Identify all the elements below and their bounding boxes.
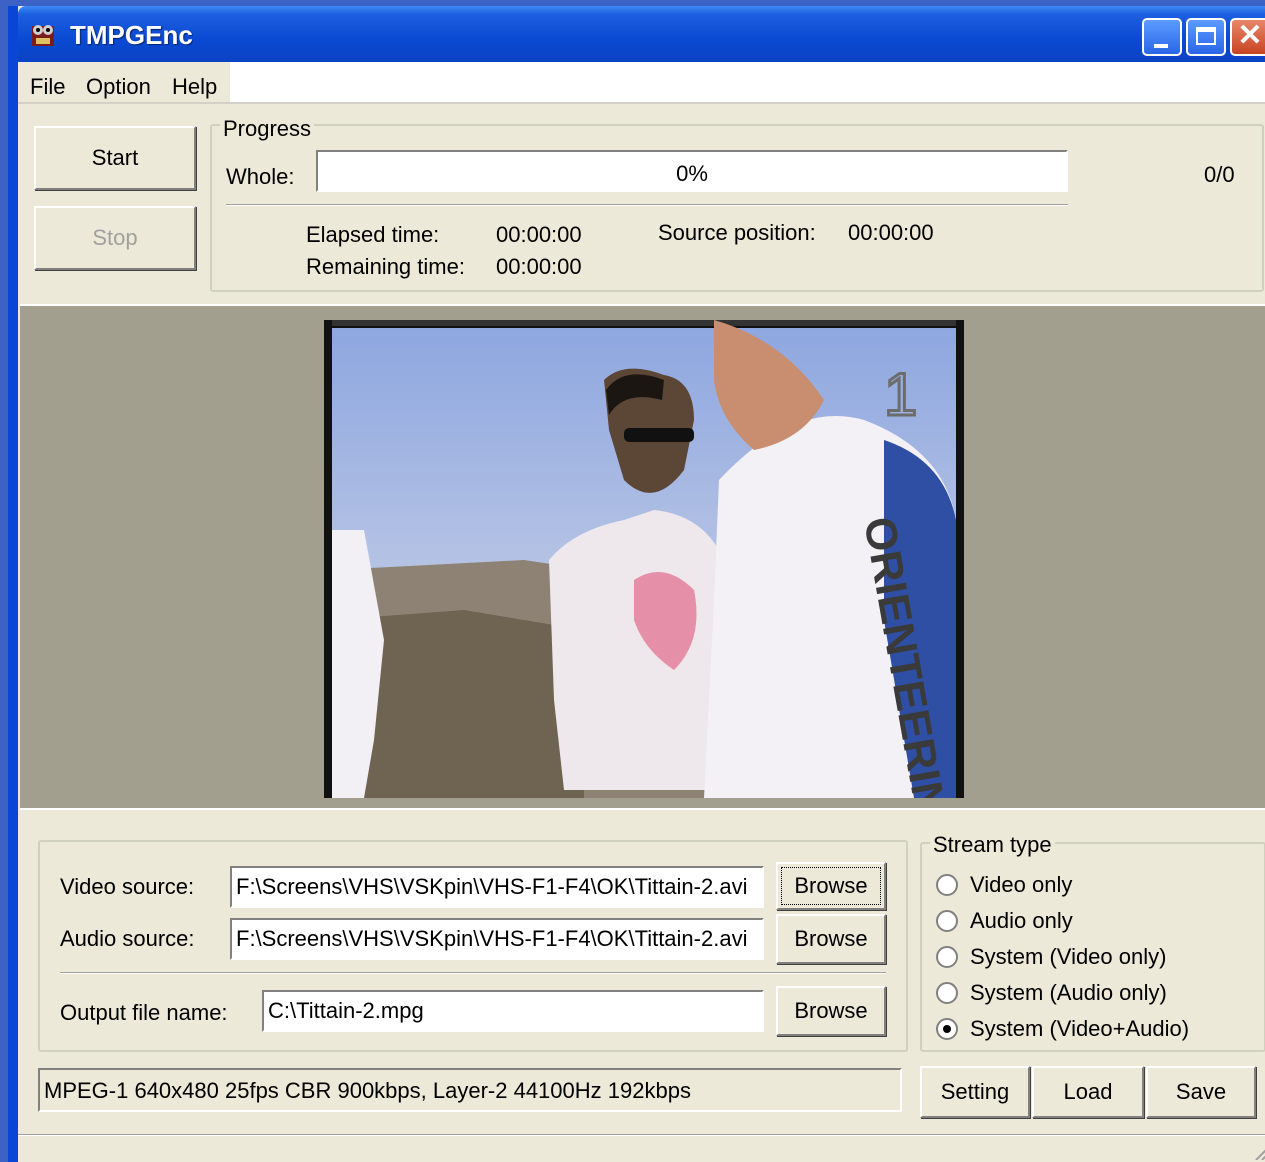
preview-area: 1 ORIENTEERING — [20, 304, 1265, 810]
elapsed-value: 00:00:00 — [496, 222, 582, 247]
whole-progress-bar: 0% — [316, 150, 1068, 192]
load-button[interactable]: Load — [1032, 1066, 1144, 1118]
stream-type-option-label[interactable]: System (Video only) — [970, 944, 1166, 970]
menu-help[interactable]: Help — [172, 74, 217, 100]
video-source-input[interactable]: F:\Screens\VHS\VSKpin\VHS-F1-F4\OK\Titta… — [230, 866, 764, 908]
output-browse-button[interactable]: Browse — [776, 986, 886, 1036]
close-icon: ✕ — [1237, 19, 1263, 52]
stream-type-radio[interactable] — [936, 946, 958, 968]
encoder-settings-summary: MPEG-1 640x480 25fps CBR 900kbps, Layer-… — [38, 1068, 902, 1112]
source-position-value: 00:00:00 — [848, 220, 934, 245]
app-window: TMPGEnc ✕ File Option Help Start Stop Pr… — [8, 6, 1265, 1162]
stream-type-option-label[interactable]: Audio only — [970, 908, 1073, 934]
progress-percent: 0% — [676, 161, 708, 186]
stream-type-radio[interactable] — [936, 1018, 958, 1040]
video-preview: 1 ORIENTEERING — [324, 320, 964, 798]
stream-type-radio[interactable] — [936, 874, 958, 896]
video-source-label: Video source: — [60, 874, 195, 899]
close-button[interactable]: ✕ — [1230, 18, 1265, 56]
minimize-icon — [1154, 44, 1168, 48]
audio-browse-button[interactable]: Browse — [776, 914, 886, 964]
source-divider — [60, 972, 886, 974]
whole-label: Whole: — [226, 164, 295, 189]
source-position-label: Source position: — [658, 220, 816, 245]
stream-type-radio[interactable] — [936, 910, 958, 932]
maximize-icon — [1196, 27, 1216, 45]
progress-group-label: Progress — [220, 116, 315, 142]
window-title: TMPGEnc — [70, 20, 193, 50]
audio-source-label: Audio source: — [60, 926, 195, 951]
stream-type-option-label[interactable]: System (Video+Audio) — [970, 1016, 1189, 1042]
stream-type-label: Stream type — [930, 832, 1055, 858]
save-button[interactable]: Save — [1146, 1066, 1256, 1118]
elapsed-label: Elapsed time: — [306, 222, 440, 247]
stream-type-option-label[interactable]: Video only — [970, 872, 1072, 898]
output-file-label: Output file name: — [60, 1000, 228, 1025]
title-bar[interactable]: TMPGEnc ✕ — [18, 6, 1265, 62]
maximize-button[interactable] — [1186, 18, 1226, 56]
stream-type-option-label[interactable]: System (Audio only) — [970, 980, 1167, 1006]
menu-option[interactable]: Option — [86, 74, 151, 100]
remaining-value: 00:00:00 — [496, 254, 582, 279]
stream-type-radio[interactable] — [936, 982, 958, 1004]
stop-button[interactable]: Stop — [34, 206, 196, 270]
audio-source-input[interactable]: F:\Screens\VHS\VSKpin\VHS-F1-F4\OK\Titta… — [230, 918, 764, 960]
start-button[interactable]: Start — [34, 126, 196, 190]
progress-count: 0/0 — [1204, 162, 1235, 187]
remaining-label: Remaining time: — [306, 254, 465, 279]
video-browse-button[interactable]: Browse — [776, 862, 886, 910]
output-file-input[interactable]: C:\Tittain-2.mpg — [262, 990, 764, 1032]
app-logo-icon — [32, 25, 54, 46]
resize-grip-icon[interactable] — [1252, 1140, 1265, 1160]
minimize-button[interactable] — [1142, 18, 1182, 56]
status-divider — [18, 1134, 1265, 1136]
overlay-digit: 1 — [884, 361, 917, 428]
progress-divider — [226, 204, 1068, 206]
setting-button[interactable]: Setting — [920, 1066, 1030, 1118]
menu-file[interactable]: File — [30, 74, 65, 100]
menu-bar: File Option Help — [18, 62, 1265, 104]
